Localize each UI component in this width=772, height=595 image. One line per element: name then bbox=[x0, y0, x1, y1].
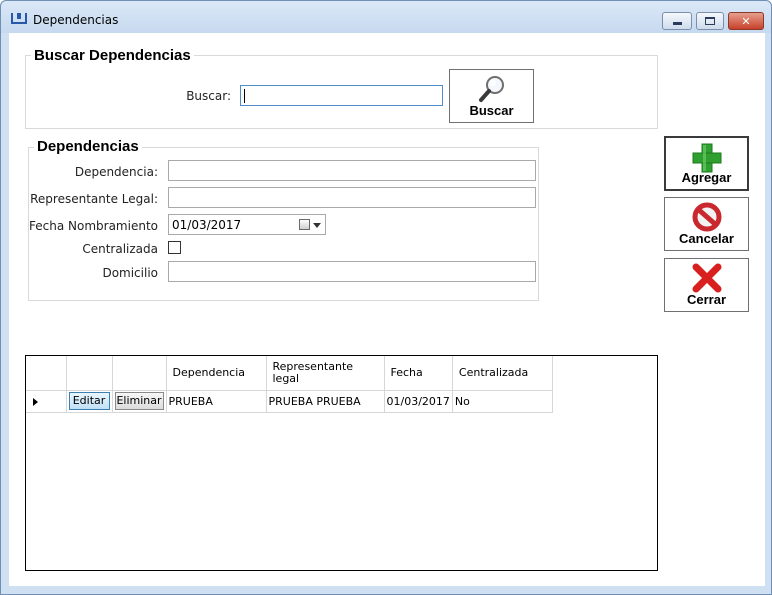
cell-centralizada[interactable]: No bbox=[452, 390, 553, 413]
text-caret bbox=[244, 89, 245, 103]
maximize-button[interactable] bbox=[696, 12, 724, 30]
grid-table: Dependencia Representante legal Fecha Ce… bbox=[26, 356, 553, 413]
cerrar-button[interactable]: Cerrar bbox=[664, 258, 749, 312]
search-input[interactable] bbox=[240, 85, 443, 106]
agregar-button[interactable]: Agregar bbox=[664, 136, 749, 191]
x-icon bbox=[692, 263, 721, 293]
edit-row-button[interactable]: Editar bbox=[68, 392, 110, 410]
delete-cell: Eliminar bbox=[112, 390, 167, 413]
domicilio-field[interactable] bbox=[168, 261, 536, 282]
plus-icon bbox=[692, 143, 721, 173]
column-header-edit[interactable] bbox=[66, 356, 113, 391]
table-row[interactable]: Editar Eliminar PRUEBA PRUEBA PRUEBA 01/… bbox=[26, 390, 553, 413]
cell-dependencia[interactable]: PRUEBA bbox=[166, 390, 267, 413]
close-window-button[interactable]: ✕ bbox=[728, 12, 764, 30]
cerrar-label: Cerrar bbox=[686, 292, 727, 307]
column-header-dependencia[interactable]: Dependencia bbox=[166, 356, 267, 391]
magnifier-icon bbox=[478, 76, 504, 102]
cell-fecha[interactable]: 01/03/2017 bbox=[384, 390, 453, 413]
cell-representante[interactable]: PRUEBA PRUEBA bbox=[266, 390, 385, 413]
cancel-icon bbox=[692, 202, 721, 232]
minimize-icon bbox=[672, 22, 682, 25]
domicilio-label: Domicilio bbox=[102, 266, 158, 280]
search-label: Buscar: bbox=[186, 89, 231, 103]
fecha-label: Fecha Nombramiento bbox=[29, 219, 158, 233]
centralizada-label: Centralizada bbox=[82, 242, 158, 256]
search-group-title: Buscar Dependencias bbox=[31, 47, 194, 64]
minimize-button[interactable] bbox=[662, 12, 692, 30]
close-icon: ✕ bbox=[741, 14, 751, 28]
cancelar-button[interactable]: Cancelar bbox=[664, 197, 749, 251]
centralizada-checkbox[interactable] bbox=[168, 241, 181, 254]
current-row-arrow-icon bbox=[33, 397, 38, 406]
row-selector[interactable] bbox=[26, 390, 67, 413]
edit-cell: Editar bbox=[66, 390, 113, 413]
delete-row-button[interactable]: Eliminar bbox=[114, 392, 164, 410]
column-header-delete[interactable] bbox=[112, 356, 167, 391]
chevron-down-icon[interactable] bbox=[313, 223, 321, 228]
column-header-representante[interactable]: Representante legal bbox=[266, 356, 385, 391]
grid-header-row: Dependencia Representante legal Fecha Ce… bbox=[26, 356, 553, 391]
search-button[interactable]: Buscar bbox=[449, 69, 534, 123]
calendar-icon[interactable] bbox=[299, 219, 310, 230]
representante-label: Representante Legal: bbox=[30, 192, 158, 206]
maximize-icon bbox=[705, 17, 715, 25]
window-title: Dependencias bbox=[33, 13, 119, 27]
dependencias-grid[interactable]: Dependencia Representante legal Fecha Ce… bbox=[25, 355, 658, 571]
representante-field[interactable] bbox=[168, 187, 536, 208]
search-button-label: Buscar bbox=[469, 103, 514, 118]
cancelar-label: Cancelar bbox=[679, 231, 734, 246]
column-header-fecha[interactable]: Fecha bbox=[384, 356, 453, 391]
dependencia-group-title: Dependencias bbox=[34, 138, 142, 155]
column-header-centralizada[interactable]: Centralizada bbox=[452, 356, 553, 391]
fecha-date-picker[interactable]: 01/03/2017 bbox=[168, 214, 326, 235]
dependencia-label: Dependencia: bbox=[74, 165, 158, 179]
app-icon bbox=[11, 13, 27, 24]
fecha-value: 01/03/2017 bbox=[172, 218, 242, 232]
app-window: Dependencias ✕ Buscar Dependencias Busca… bbox=[0, 0, 772, 595]
row-header-corner bbox=[26, 356, 67, 391]
form-client-area: Buscar Dependencias Buscar: Buscar Depen… bbox=[9, 33, 765, 586]
title-bar[interactable]: Dependencias ✕ bbox=[1, 1, 771, 33]
dependencia-field[interactable] bbox=[168, 160, 536, 181]
